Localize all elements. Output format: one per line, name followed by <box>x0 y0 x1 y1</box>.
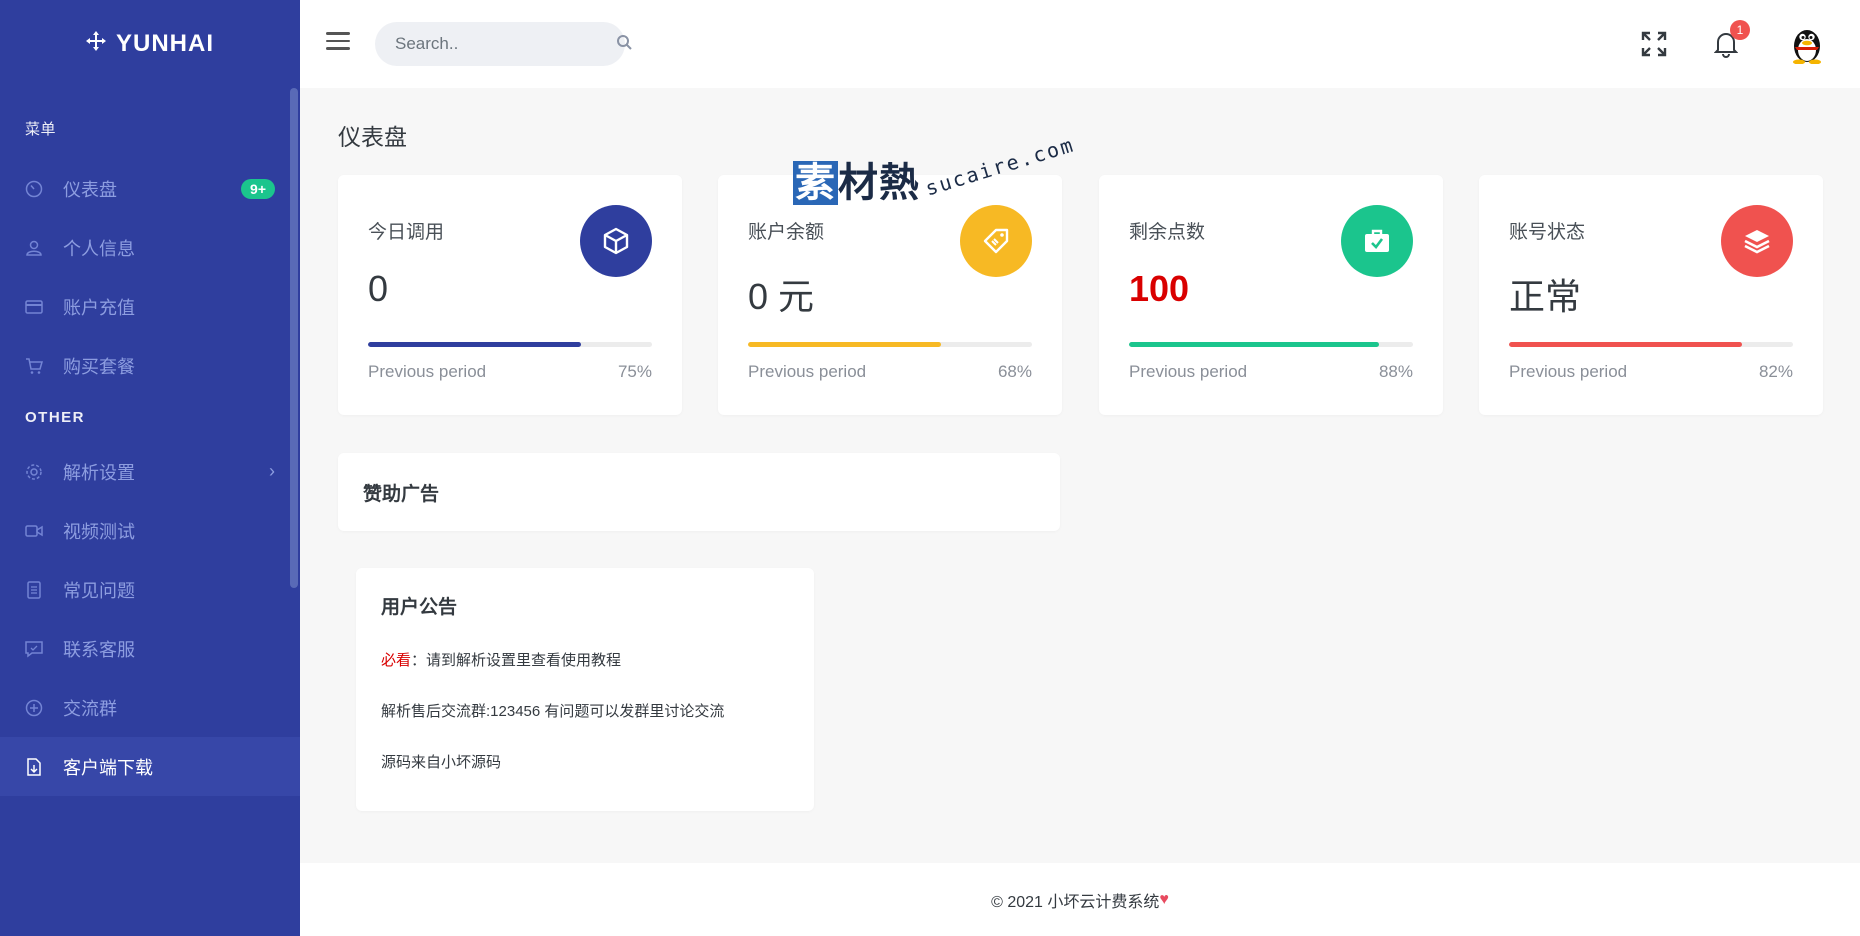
sidebar-item-dashboard[interactable]: 仪表盘 9+ <box>0 159 300 218</box>
search-box[interactable] <box>375 22 632 66</box>
video-icon <box>25 522 43 540</box>
sidebar-item-profile[interactable]: 个人信息 <box>0 218 300 277</box>
sidebar-item-label: 客户端下载 <box>63 757 153 778</box>
sidebar-item-video-test[interactable]: 视频测试 <box>0 501 300 560</box>
watermark-cn-first: 素 <box>793 161 838 205</box>
stat-card-today-calls: 今日调用 0 Previous period 75% <box>338 175 682 415</box>
notification-badge: 1 <box>1730 20 1750 40</box>
section-title-menu: 菜单 <box>25 121 57 138</box>
sidebar-item-label: 个人信息 <box>63 238 135 259</box>
stat-card-remaining-points: 剩余点数 100 Previous period 88% <box>1099 175 1443 415</box>
sidebar-item-label: 账户充值 <box>63 297 135 318</box>
previous-period-label: Previous period <box>368 362 487 381</box>
stat-card-balance: 账户余额 0 元 Previous period 68% <box>718 175 1062 415</box>
previous-period-label: Previous period <box>748 362 867 381</box>
sidebar-item-label: 视频测试 <box>63 521 135 542</box>
progress-bar <box>368 342 652 347</box>
gear-icon <box>25 463 43 481</box>
search-icon[interactable] <box>616 34 632 55</box>
sponsor-ad-card: 赞助广告 <box>338 453 1060 531</box>
sidebar-item-buy-package[interactable]: 购买套餐 <box>0 336 300 395</box>
notice-title: 用户公告 <box>381 597 458 618</box>
ad-title: 赞助广告 <box>363 483 440 505</box>
percent-value: 82% <box>1758 362 1793 381</box>
watermark-cn-rest: 材熱 <box>838 161 920 205</box>
footer-copyright: © 2021 小坏云计费系统 <box>991 893 1160 911</box>
price-tag-icon <box>960 205 1032 277</box>
plus-circle-icon <box>25 699 43 717</box>
sidebar-item-group[interactable]: 交流群 <box>0 678 300 737</box>
percent-value: 75% <box>617 362 652 381</box>
progress-bar <box>1509 342 1793 347</box>
progress-fill <box>748 342 942 347</box>
previous-period-label: Previous period <box>1129 362 1248 381</box>
layers-icon <box>1721 205 1793 277</box>
sidebar-item-recharge[interactable]: 账户充值 <box>0 277 300 336</box>
sidebar-item-label: 解析设置 <box>63 462 135 483</box>
previous-period-label: Previous period <box>1509 362 1628 381</box>
sidebar: YUNHAI 菜单 仪表盘 9+ 个人信息 账户充值 购买套餐 OTHER 解析… <box>0 0 300 936</box>
sidebar-item-label: 仪表盘 <box>63 179 117 200</box>
file-download-icon <box>25 757 43 776</box>
sidebar-item-support[interactable]: 联系客服 <box>0 619 300 678</box>
section-title-other: OTHER <box>25 409 85 426</box>
count-badge: 9+ <box>241 178 275 199</box>
notification-bell-icon[interactable]: 1 <box>1710 20 1750 60</box>
search-input[interactable] <box>395 34 616 54</box>
page-title: 仪表盘 <box>338 124 407 150</box>
watermark: 素材熱 sucaire.com <box>793 132 1080 208</box>
notice-line-3: 源码来自小坏源码 <box>381 754 502 771</box>
heart-icon: ♥ <box>1159 890 1169 908</box>
percent-value: 68% <box>997 362 1032 381</box>
progress-fill <box>1129 342 1379 347</box>
cart-icon <box>25 357 43 375</box>
avatar[interactable] <box>1787 24 1827 65</box>
dashboard-icon <box>25 180 43 198</box>
user-icon <box>25 239 43 257</box>
chevron-right-icon: › <box>269 461 275 481</box>
sidebar-scrollbar[interactable] <box>290 88 298 588</box>
progress-bar <box>1129 342 1413 347</box>
notice-must-read: 必看 <box>381 652 412 669</box>
move-arrows-icon <box>85 31 106 57</box>
brand-logo[interactable]: YUNHAI <box>0 0 300 88</box>
sidebar-item-label: 交流群 <box>63 698 117 719</box>
progress-bar <box>748 342 1032 347</box>
sidebar-item-faq[interactable]: 常见问题 <box>0 560 300 619</box>
sidebar-item-parse-settings[interactable]: 解析设置 › <box>0 442 300 501</box>
watermark-cn: 素材熱 <box>793 150 920 208</box>
briefcase-check-icon <box>1341 205 1413 277</box>
notice-line-1-text: ：请到解析设置里查看使用教程 <box>411 652 622 669</box>
cube-icon <box>580 205 652 277</box>
sidebar-item-label: 购买套餐 <box>63 356 135 377</box>
sidebar-item-client-download[interactable]: 客户端下载 <box>0 737 300 796</box>
stat-card-account-status: 账号状态 正常 Previous period 82% <box>1479 175 1823 415</box>
user-notice-card: 用户公告 必看：请到解析设置里查看使用教程 解析售后交流群:123456 有问题… <box>356 568 814 811</box>
sidebar-item-label: 联系客服 <box>63 639 135 660</box>
topbar: 1 <box>300 0 1860 88</box>
notice-line-2: 解析售后交流群:123456 有问题可以发群里讨论交流 <box>381 703 725 720</box>
chat-icon <box>25 640 43 658</box>
footer: © 2021 小坏云计费系统 ♥ <box>300 863 1860 936</box>
progress-fill <box>1509 342 1742 347</box>
menu-toggle-icon[interactable] <box>326 32 350 52</box>
watermark-en: sucaire.com <box>922 132 1078 201</box>
sidebar-item-label: 常见问题 <box>63 580 135 601</box>
brand-name: YUNHAI <box>115 30 214 57</box>
document-icon <box>25 580 43 599</box>
percent-value: 88% <box>1378 362 1413 381</box>
notice-line-1: 必看：请到解析设置里查看使用教程 <box>381 649 789 670</box>
progress-fill <box>368 342 581 347</box>
fullscreen-icon[interactable] <box>1638 28 1670 60</box>
credit-card-icon <box>25 298 43 316</box>
